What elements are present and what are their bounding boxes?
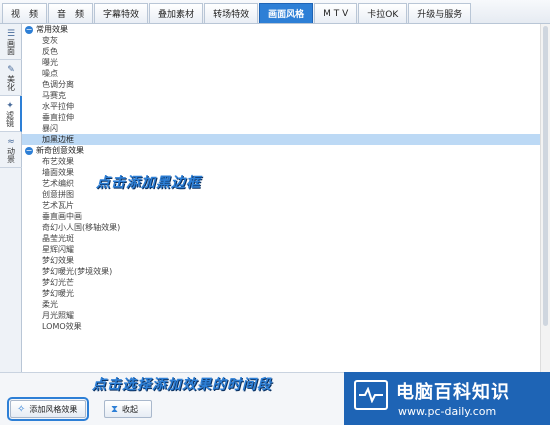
sidebar-tab-label: 滤镜 <box>5 110 15 127</box>
tab-7[interactable]: 卡拉OK <box>358 3 408 23</box>
effect-list-item[interactable]: 梦幻暖光 <box>22 288 550 299</box>
tab-2[interactable]: 字幕特效 <box>94 3 149 23</box>
group-title: 常用效果 <box>36 25 68 34</box>
sidebar-tab-2[interactable]: ✦ 滤镜 <box>0 96 22 132</box>
watermark-logo: 电脑百科知识 www.pc-daily.com <box>344 372 550 425</box>
tab-8[interactable]: 升级与服务 <box>408 3 472 23</box>
watermark-title: 电脑百科知识 <box>396 382 510 403</box>
collapse-minus-icon[interactable]: − <box>25 25 33 34</box>
top-tab-bar: 视 频音 频字幕特效 叠加素材 转场特效 画面风格 M T V 卡拉OK 升级与服务 <box>0 0 550 24</box>
magic-wand-icon: ✧ <box>17 403 26 415</box>
effect-list-item[interactable]: 垂直拉伸 <box>22 112 550 123</box>
effect-list-item[interactable]: 变灰 <box>22 35 550 46</box>
effect-list-item[interactable]: 水平拉伸 <box>22 101 550 112</box>
monitor-icon <box>354 380 388 410</box>
scrollbar-thumb[interactable] <box>543 26 548 326</box>
effect-list-item[interactable]: 噪点 <box>22 68 550 79</box>
hourglass-icon: ⧗ <box>111 403 119 415</box>
tab-3[interactable]: 叠加素材 <box>149 3 204 23</box>
tab-1[interactable]: 音 频 <box>48 3 94 23</box>
effect-list-item[interactable]: 梦幻暖光(梦境效果) <box>22 266 550 277</box>
add-style-effect-label: 添加风格效果 <box>29 404 78 414</box>
effect-list-item[interactable]: 布艺效果 <box>22 156 550 167</box>
effect-list-item[interactable]: 月光照耀 <box>22 310 550 321</box>
sidebar-tab-label: 画面 <box>6 38 16 55</box>
sidebar-tab-icon: ☰ <box>6 28 16 39</box>
annotation-add-black-border: 点击添加黑边框 <box>96 175 201 191</box>
effects-list-panel: − 常用效果 变灰 反色 曝光 噪点 色调分离 马赛克 水平拉伸 垂直拉伸 暴闪 加黑边框 − 新奇创意效… <box>22 24 550 372</box>
effect-list-item[interactable]: 晶莹光斑 <box>22 233 550 244</box>
tab-0[interactable]: 视 频 <box>2 3 48 23</box>
effect-list-item[interactable]: 柔光 <box>22 299 550 310</box>
tab-5[interactable]: 画面风格 <box>259 3 314 23</box>
sidebar-tab-0[interactable]: ☰ 画面 <box>0 24 22 60</box>
effect-list-item[interactable]: 曝光 <box>22 57 550 68</box>
sidebar-tab-label: 美化 <box>6 74 16 91</box>
sidebar-tab-icon: ✦ <box>6 100 14 111</box>
sidebar-tab-icon: ✎ <box>7 64 15 75</box>
watermark-url: www.pc-daily.com <box>398 405 497 418</box>
effect-list-item[interactable]: 马赛克 <box>22 90 550 101</box>
annotation-select-time-range: 点击选择添加效果的时间段 <box>92 377 272 393</box>
effect-list-item[interactable]: 梦幻光芒 <box>22 277 550 288</box>
effect-list-item[interactable]: 奇幻小人国(移轴效果) <box>22 222 550 233</box>
sidebar-tab-3[interactable]: ≈ 动景 <box>0 132 22 168</box>
group-title: 新奇创意效果 <box>36 146 84 155</box>
side-category-bar: ☰ 画面 ✎ 美化 ✦ 滤镜 ≈ 动景 <box>0 24 22 372</box>
group-header[interactable]: − 新奇创意效果 <box>22 145 550 156</box>
effect-list-item[interactable]: 梦幻效果 <box>22 255 550 266</box>
group-header[interactable]: − 常用效果 <box>22 24 550 35</box>
collapse-label: 收起 <box>122 404 139 414</box>
collapse-minus-icon[interactable]: − <box>25 146 33 155</box>
add-style-effect-button[interactable]: ✧ 添加风格效果 <box>7 397 89 421</box>
sidebar-tab-icon: ≈ <box>7 136 15 147</box>
sidebar-tab-label: 动景 <box>6 146 16 163</box>
effect-list-item[interactable]: 星辉闪耀 <box>22 244 550 255</box>
collapse-button[interactable]: ⧗ 收起 <box>104 400 152 418</box>
effect-list-item[interactable]: 反色 <box>22 46 550 57</box>
effect-list-item[interactable]: 垂直画中画 <box>22 211 550 222</box>
effect-list-item[interactable]: 艺术瓦片 <box>22 200 550 211</box>
effect-list-item[interactable]: 暴闪 <box>22 123 550 134</box>
vertical-scrollbar[interactable] <box>540 24 550 372</box>
tab-4[interactable]: 转场特效 <box>204 3 259 23</box>
effect-list-item[interactable]: 色调分离 <box>22 79 550 90</box>
tab-6[interactable]: M T V <box>314 3 358 23</box>
effect-list-item[interactable]: LOMO效果 <box>22 321 550 332</box>
sidebar-tab-1[interactable]: ✎ 美化 <box>0 60 22 96</box>
effect-list-item[interactable]: 加黑边框 <box>22 134 550 145</box>
